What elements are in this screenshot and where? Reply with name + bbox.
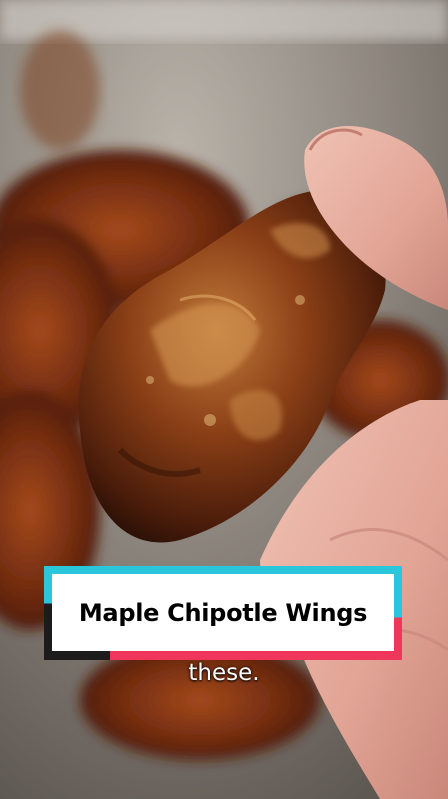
title-card-border-left xyxy=(44,566,52,660)
title-plate: Maple Chipotle Wings xyxy=(52,574,394,651)
title-card: Maple Chipotle Wings xyxy=(44,566,402,660)
title-card-border-top xyxy=(44,566,402,574)
video-title: Maple Chipotle Wings xyxy=(78,598,368,627)
title-card-border-bottom-dark xyxy=(44,651,110,660)
title-card-border-bottom xyxy=(110,651,402,660)
title-card-border-right xyxy=(394,566,402,660)
subtitle-caption: these. xyxy=(188,660,260,686)
